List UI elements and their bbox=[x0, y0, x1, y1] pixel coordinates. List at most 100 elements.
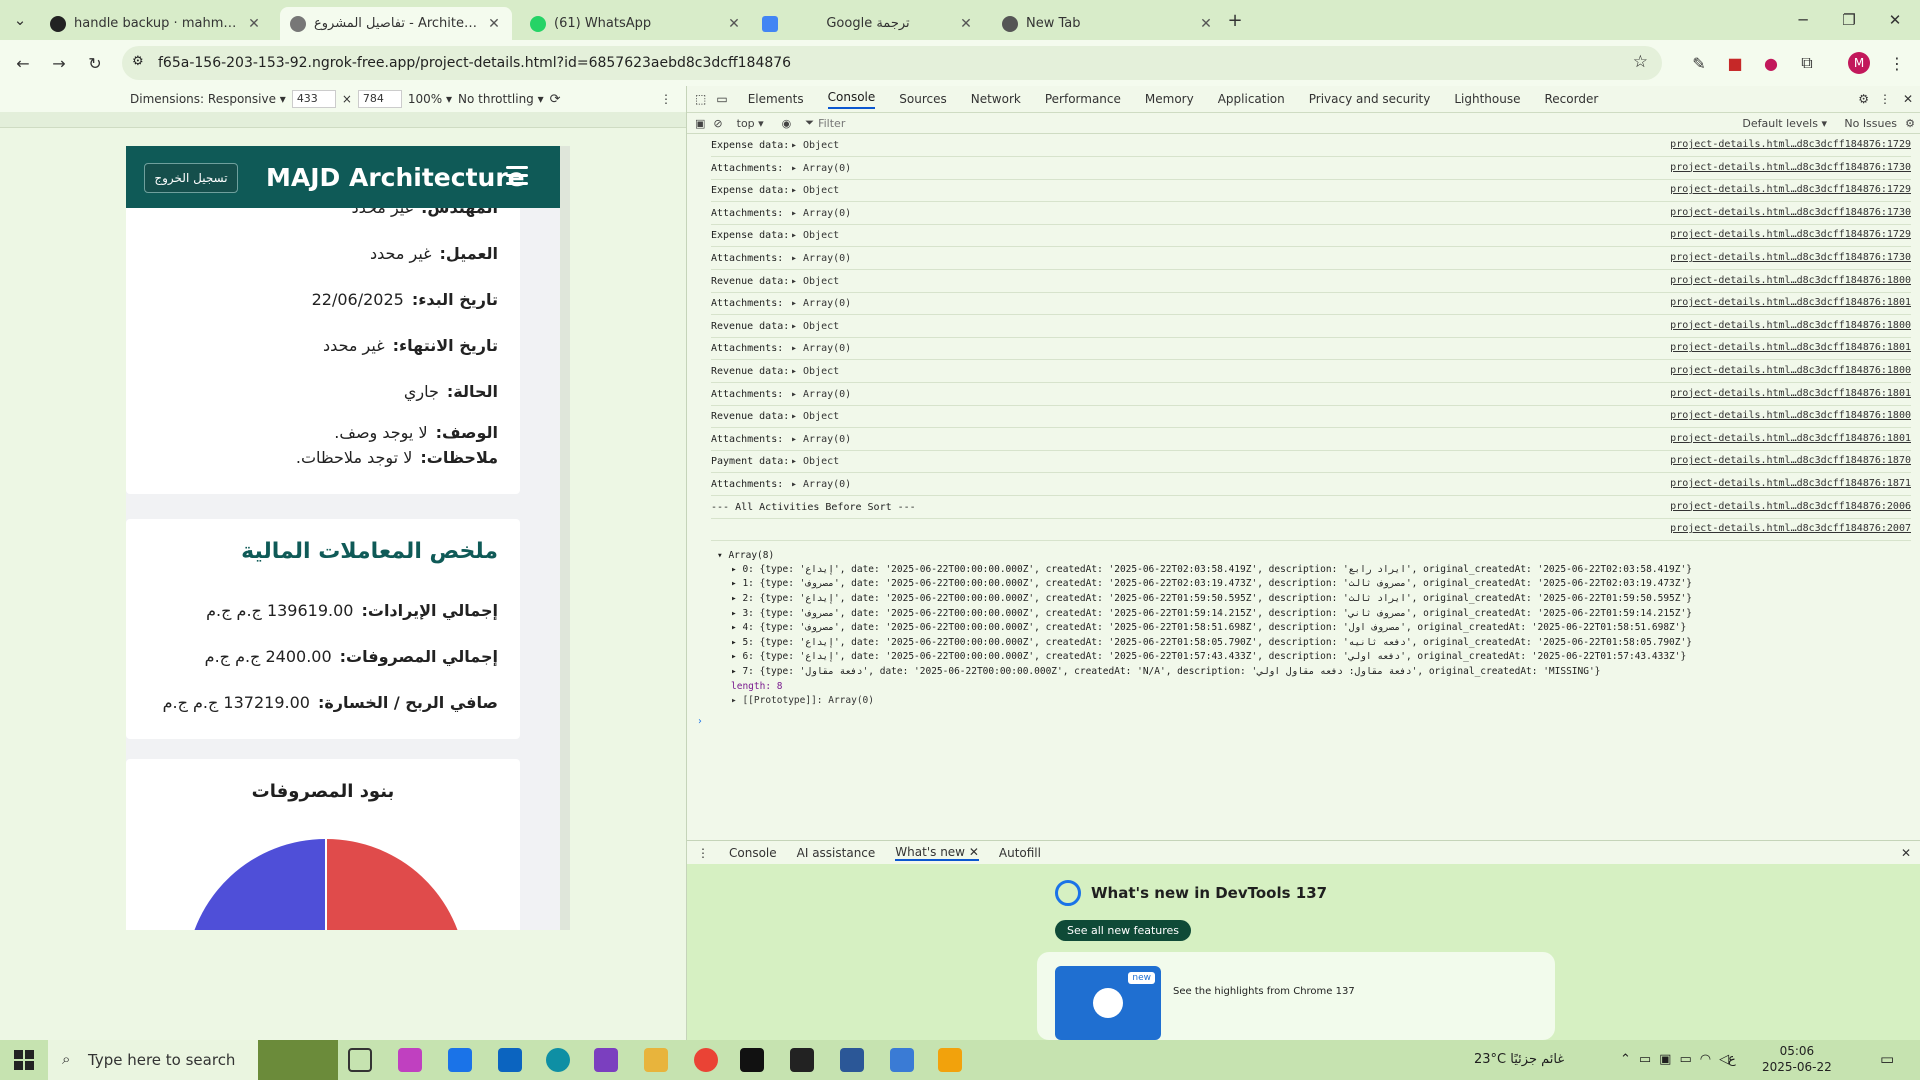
console-source-link[interactable]: project-details.html…d8c3dcff184876:1801 bbox=[1670, 342, 1911, 353]
tab-whatsapp[interactable]: (61) WhatsApp ✕ bbox=[520, 7, 752, 40]
capcut-icon[interactable] bbox=[740, 1048, 764, 1072]
clear-console-icon[interactable]: ⊘ bbox=[713, 117, 722, 130]
console-object[interactable]: ▸ Object bbox=[791, 456, 839, 467]
tab-newtab[interactable]: New Tab ✕ bbox=[992, 7, 1224, 40]
menu-kebab-icon[interactable]: ⋮ bbox=[1884, 50, 1910, 76]
console-source-link[interactable]: project-details.html…d8c3dcff184876:1801 bbox=[1670, 433, 1911, 444]
dimensions-select[interactable]: Dimensions: Responsive ▾ bbox=[130, 92, 286, 106]
console-source-link[interactable]: project-details.html…d8c3dcff184876:1730 bbox=[1670, 162, 1911, 173]
visual-studio-icon[interactable] bbox=[594, 1048, 618, 1072]
console-object[interactable]: ▸ Object bbox=[791, 276, 839, 287]
devtools-menu-icon[interactable]: ⋮ bbox=[1879, 92, 1891, 106]
context-select[interactable]: top ▾ bbox=[737, 117, 764, 130]
outlook-icon[interactable] bbox=[498, 1048, 522, 1072]
clock[interactable]: 05:06 2025-06-22 bbox=[1762, 1043, 1832, 1075]
array-proto[interactable]: ▸ [[Prototype]]: Array(0) bbox=[731, 695, 874, 706]
pie-slice-a[interactable] bbox=[186, 838, 326, 930]
console-source-link[interactable]: project-details.html…d8c3dcff184876:1800 bbox=[1670, 275, 1911, 286]
live-expression-eye-icon[interactable]: ◉ bbox=[782, 117, 792, 130]
console-source-link[interactable]: project-details.html…d8c3dcff184876:1871 bbox=[1670, 478, 1911, 489]
see-all-features-button[interactable]: See all new features bbox=[1055, 920, 1192, 941]
profile-avatar[interactable]: M bbox=[1848, 52, 1870, 74]
console-prompt[interactable]: › bbox=[697, 716, 703, 727]
rotate-icon[interactable]: ⟳ bbox=[550, 92, 561, 107]
address-bar[interactable]: ⚙ f65a-156-203-153-92.ngrok-free.app/pro… bbox=[122, 46, 1662, 80]
tab-network[interactable]: Network bbox=[971, 92, 1021, 106]
console-object[interactable]: ▸ Array(0) bbox=[791, 208, 851, 219]
resize-handle[interactable] bbox=[110, 930, 570, 942]
filter-input[interactable]: Filter bbox=[818, 117, 1718, 130]
terminal-icon[interactable] bbox=[790, 1048, 814, 1072]
console-object[interactable]: ▸ Array(0) bbox=[791, 298, 851, 309]
console-source-link[interactable]: project-details.html…d8c3dcff184876:1800 bbox=[1670, 410, 1911, 421]
close-devtools-icon[interactable]: ✕ bbox=[1903, 92, 1913, 106]
console-source-link[interactable]: project-details.html…d8c3dcff184876:2007 bbox=[1670, 523, 1911, 534]
array-header[interactable]: ▾ Array(8) bbox=[717, 550, 774, 561]
tab-elements[interactable]: Elements bbox=[748, 92, 804, 106]
console-source-link[interactable]: project-details.html…d8c3dcff184876:2006 bbox=[1670, 501, 1911, 512]
drawer-tab-console[interactable]: Console bbox=[729, 846, 777, 860]
console-object[interactable]: ▸ Array(0) bbox=[791, 163, 851, 174]
device-menu-icon[interactable]: ⋮ bbox=[660, 92, 672, 106]
issues-button[interactable]: No Issues bbox=[1844, 117, 1897, 130]
console-source-link[interactable]: project-details.html…d8c3dcff184876:1729 bbox=[1670, 229, 1911, 240]
console-object[interactable]: ▸ Object bbox=[791, 321, 839, 332]
console-object[interactable]: ▸ Array(0) bbox=[791, 389, 851, 400]
throttle-select[interactable]: No throttling ▾ bbox=[458, 92, 544, 106]
console-source-link[interactable]: project-details.html…d8c3dcff184876:1730 bbox=[1670, 207, 1911, 218]
console-source-link[interactable]: project-details.html…d8c3dcff184876:1730 bbox=[1670, 252, 1911, 263]
drawer-tab-ai[interactable]: AI assistance bbox=[797, 846, 876, 860]
close-icon[interactable]: ✕ bbox=[1198, 16, 1214, 32]
notification-icon[interactable]: ▭ bbox=[1880, 1050, 1894, 1068]
video-thumbnail[interactable]: new bbox=[1055, 966, 1161, 1040]
console-source-link[interactable]: project-details.html…d8c3dcff184876:1800 bbox=[1670, 365, 1911, 376]
pie-slice-b[interactable] bbox=[326, 838, 466, 930]
close-icon[interactable]: ✕ bbox=[958, 16, 974, 32]
close-icon[interactable]: ✕ bbox=[726, 16, 742, 32]
sidebar-toggle-icon[interactable]: ▣ bbox=[695, 117, 705, 130]
tab-search-button[interactable]: ⌄ bbox=[0, 0, 40, 40]
tab-application[interactable]: Application bbox=[1218, 92, 1285, 106]
console-source-link[interactable]: project-details.html…d8c3dcff184876:1870 bbox=[1670, 455, 1911, 466]
tab-privacy[interactable]: Privacy and security bbox=[1309, 92, 1431, 106]
console-source-link[interactable]: project-details.html…d8c3dcff184876:1801 bbox=[1670, 388, 1911, 399]
array-item[interactable]: ▸ 7: {type: 'دفعة مقاول', date: '2025-06… bbox=[731, 666, 1600, 677]
file-explorer-icon[interactable] bbox=[644, 1048, 668, 1072]
console-source-link[interactable]: project-details.html…d8c3dcff184876:1800 bbox=[1670, 320, 1911, 331]
viewport-scrollbar[interactable] bbox=[560, 146, 570, 930]
settings-gear-icon[interactable]: ⚙ bbox=[1858, 92, 1869, 106]
console-object[interactable]: ▸ Object bbox=[791, 411, 839, 422]
close-drawer-icon[interactable]: ✕ bbox=[1901, 846, 1911, 860]
app-icon[interactable] bbox=[840, 1048, 864, 1072]
extensions-puzzle-icon[interactable]: ⧉ bbox=[1794, 50, 1820, 76]
tab-sources[interactable]: Sources bbox=[899, 92, 946, 106]
console-source-link[interactable]: project-details.html…d8c3dcff184876:1729 bbox=[1670, 139, 1911, 150]
array-item[interactable]: ▸ 3: {type: 'مصروف', date: '2025-06-22T0… bbox=[731, 608, 1692, 619]
array-item[interactable]: ▸ 5: {type: 'إيداع', date: '2025-06-22T0… bbox=[731, 637, 1692, 648]
array-item[interactable]: ▸ 0: {type: 'إيداع', date: '2025-06-22T0… bbox=[731, 564, 1692, 575]
array-item[interactable]: ▸ 6: {type: 'إيداع', date: '2025-06-22T0… bbox=[731, 651, 1686, 662]
drawer-tab-whats-new[interactable]: What's new ✕ bbox=[895, 845, 979, 861]
logout-button[interactable]: تسجيل الخروج bbox=[144, 163, 238, 193]
levels-select[interactable]: Default levels ▾ bbox=[1742, 117, 1827, 130]
tab-architecture[interactable]: تفاصيل المشروع - Architecture ✕ bbox=[280, 7, 512, 40]
console-source-link[interactable]: project-details.html…d8c3dcff184876:1729 bbox=[1670, 184, 1911, 195]
bookmark-star-icon[interactable]: ☆ bbox=[1633, 52, 1648, 72]
site-info-icon[interactable]: ⚙ bbox=[132, 54, 144, 69]
store-icon[interactable] bbox=[448, 1048, 472, 1072]
close-icon[interactable]: ✕ bbox=[246, 16, 262, 32]
tab-lighthouse[interactable]: Lighthouse bbox=[1454, 92, 1520, 106]
drawer-menu-icon[interactable]: ⋮ bbox=[697, 846, 709, 860]
minimize-button[interactable]: ─ bbox=[1780, 0, 1826, 40]
hamburger-menu-icon[interactable] bbox=[506, 166, 528, 186]
console-object[interactable]: ▸ Object bbox=[791, 230, 839, 241]
back-icon[interactable]: ← bbox=[10, 50, 36, 76]
edge-icon[interactable] bbox=[546, 1048, 570, 1072]
tab-translate[interactable]: Google ترجمة ✕ bbox=[752, 7, 984, 40]
task-view-icon[interactable] bbox=[348, 1048, 372, 1072]
device-toggle-icon[interactable]: ▭ bbox=[716, 92, 727, 106]
extension-icon[interactable]: ■ bbox=[1722, 50, 1748, 76]
width-input[interactable]: 433 bbox=[291, 90, 336, 108]
drawer-tab-autofill[interactable]: Autofill bbox=[999, 846, 1041, 860]
highlights-card[interactable]: new See the highlights from Chrome 137 bbox=[1037, 952, 1555, 1040]
